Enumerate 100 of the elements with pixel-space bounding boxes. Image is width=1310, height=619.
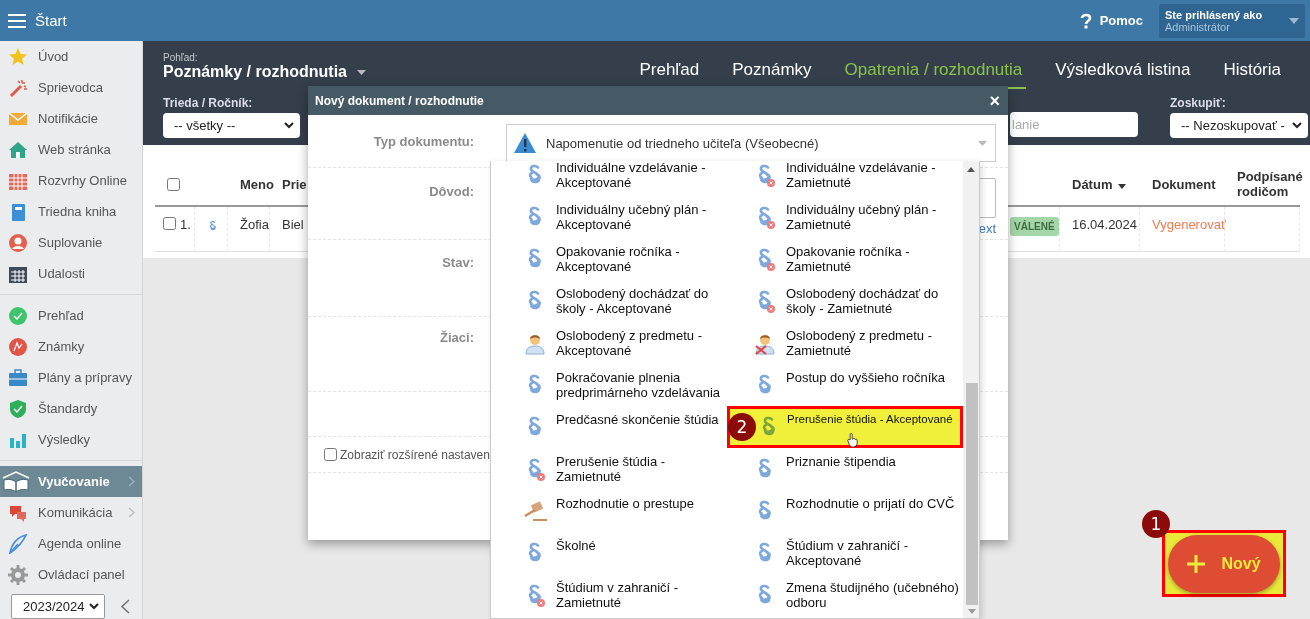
scroll-up-icon[interactable] <box>967 167 975 172</box>
status-badge: VÁLENÉ <box>1010 217 1059 236</box>
dropdown-option[interactable]: Pokračovanie plnenia predprimárneho vzdelávania <box>491 364 723 406</box>
sidebar-item[interactable]: Prehľad <box>0 300 142 331</box>
dropdown-option[interactable]: 2 Prerušenie štúdia - Akceptované <box>727 406 963 448</box>
table-cell: Biel <box>282 217 304 232</box>
sort-caret-icon <box>1118 183 1127 189</box>
dropdown-option[interactable]: Prerušenie štúdia - Zamietnuté <box>491 448 723 490</box>
checkbox-label: Zobraziť rozšírené nastaven <box>340 447 490 462</box>
table-cell: 16.04.2024 <box>1072 217 1138 232</box>
column-header[interactable]: Meno <box>240 176 274 192</box>
sidebar-item[interactable]: Výsledky <box>0 424 142 455</box>
sidebar-item[interactable]: Agenda online <box>0 528 142 559</box>
search-field[interactable]: lanie <box>1010 112 1138 137</box>
hand-cursor-icon <box>847 433 858 447</box>
field-label: Dôvod: <box>428 183 475 201</box>
menu-icon[interactable] <box>8 13 26 28</box>
sidebar-item[interactable]: Web stránka <box>0 134 142 165</box>
dropdown-option[interactable]: Oslobodený z predmetu - Akceptované <box>491 322 723 364</box>
tab[interactable]: Poznámky <box>728 60 816 89</box>
field-label: Zoskupiť: <box>1170 96 1227 110</box>
dropdown-option[interactable]: Rozhodnutie o prijatí do CVČ <box>727 490 963 532</box>
feather-icon <box>8 533 28 554</box>
user-menu[interactable]: Ste prihlásený ako Administrátor <box>1159 3 1305 38</box>
tab[interactable]: Prehľad <box>635 60 704 89</box>
dropdown-option[interactable]: Oslobodený z predmetu - Zamietnuté <box>727 322 963 364</box>
user-name: Administrátor <box>1165 20 1230 33</box>
checkbox[interactable] <box>324 448 337 461</box>
view-selector[interactable]: Poznámky / rozhodnutia <box>163 63 366 81</box>
app-title: Štart <box>35 12 68 29</box>
dropdown-option[interactable]: Rozhodnutie o prestupe <box>491 490 723 532</box>
dropdown-option[interactable]: Oslobodený dochádzať do školy - Akceptované <box>491 280 723 322</box>
dropdown-option[interactable]: Individuálne vzdelávanie - Zamietnuté <box>727 161 963 196</box>
check-circle-icon <box>8 305 28 326</box>
view-label: Pohľad: <box>163 52 199 63</box>
group-select[interactable]: -- Nezoskupovať - <box>1170 113 1308 138</box>
class-select[interactable]: -- všetky -- <box>163 113 300 138</box>
column-header[interactable]: Dátum <box>1072 176 1127 192</box>
column-header[interactable]: Podpísané rodičom <box>1237 169 1303 199</box>
sidebar-item[interactable]: Notifikácie <box>0 103 142 134</box>
row-number: 1. <box>180 217 191 232</box>
sidebar-item[interactable]: Plány a prípravy <box>0 362 142 393</box>
checkbox[interactable] <box>167 177 180 191</box>
help-icon[interactable] <box>1079 12 1092 29</box>
dropdown-option[interactable]: Štúdium v zahraničí - Zamietnuté <box>491 574 723 616</box>
checkbox[interactable] <box>163 217 176 230</box>
open-book-icon <box>2 470 30 493</box>
sidebar-item[interactable]: Komunikácia <box>0 497 142 528</box>
dropdown-option[interactable]: Priznanie štipendia <box>727 448 963 490</box>
close-button[interactable]: × <box>989 91 1000 110</box>
dropdown-option[interactable]: Opakovanie ročníka - Zamietnuté <box>727 238 963 280</box>
chevron-down-icon <box>284 122 294 129</box>
dropdown-option[interactable]: Štúdium v zahraničí - Akceptované <box>727 532 963 574</box>
sidebar-item[interactable]: Štandardy <box>0 393 142 424</box>
dropdown-option[interactable]: Individuálne vzdelávanie - Akceptované <box>491 161 723 196</box>
sidebar-item[interactable]: Suplovanie <box>0 227 142 258</box>
caret-icon <box>357 69 366 75</box>
magic-wand-icon <box>8 77 28 98</box>
dropdown-option[interactable]: Zmena študijného (učebného) odboru <box>727 574 963 616</box>
step-badge: 2 <box>728 413 756 441</box>
sidebar-item[interactable]: Úvod <box>0 41 142 72</box>
dropdown-option[interactable]: Opakovanie ročníka - Akceptované <box>491 238 723 280</box>
settings-icon <box>8 564 28 585</box>
dropdown-option[interactable]: Individuálny učebný plán - Zamietnuté <box>727 196 963 238</box>
tab[interactable]: História <box>1219 60 1285 89</box>
help-link[interactable]: Pomoc <box>1099 13 1143 28</box>
sidebar-item[interactable]: Rozvrhy Online <box>0 165 142 196</box>
field-label: Stav: <box>441 254 475 272</box>
star-icon <box>8 46 28 67</box>
column-header[interactable]: Dokument <box>1152 176 1216 192</box>
scrollbar[interactable] <box>963 161 979 618</box>
chevron-down-icon <box>89 603 99 610</box>
dialog-title: Nový dokument / rozhodnutie <box>315 93 484 108</box>
table-cell: Žofia <box>240 217 269 232</box>
briefcase-icon <box>8 367 28 388</box>
sidebar-item[interactable]: Sprievodca <box>0 72 142 103</box>
shield-icon <box>8 398 28 419</box>
column-header[interactable]: Prie <box>282 176 307 192</box>
sidebar-item[interactable]: Udalosti <box>0 258 142 289</box>
sidebar-item[interactable]: Vyučovanie <box>0 466 142 497</box>
person-icon <box>8 232 28 253</box>
tab[interactable]: Výsledková listina <box>1051 60 1195 89</box>
chevron-left-icon[interactable] <box>121 599 130 614</box>
dropdown-option[interactable]: Oslobodený dochádzať do školy - Zamietnuté <box>727 280 963 322</box>
user-caption: Ste prihlásený ako <box>1165 8 1264 21</box>
sidebar-item[interactable]: Ovládací panel <box>0 559 142 590</box>
dropdown-option[interactable]: Postup do vyššieho ročníka <box>727 364 963 406</box>
field-label: Typ dokumentu: <box>372 133 475 151</box>
scroll-down-icon[interactable] <box>968 609 976 614</box>
plus-icon <box>1187 555 1206 573</box>
sidebar-item[interactable]: Triedna kniha <box>0 196 142 227</box>
sidebar-item[interactable]: Známky <box>0 331 142 362</box>
field-label: Trieda / Ročník: <box>163 96 254 110</box>
dropdown-option[interactable]: Individuálny učebný plán - Akceptované <box>491 196 723 238</box>
warning-icon <box>513 132 537 154</box>
chevron-down-icon <box>1292 122 1302 129</box>
dropdown-option[interactable]: Školné <box>491 532 723 574</box>
year-select[interactable]: 2023/2024 <box>11 594 105 619</box>
house-icon <box>8 139 28 160</box>
dropdown-option[interactable]: Predčasné skončenie štúdia <box>491 406 723 448</box>
